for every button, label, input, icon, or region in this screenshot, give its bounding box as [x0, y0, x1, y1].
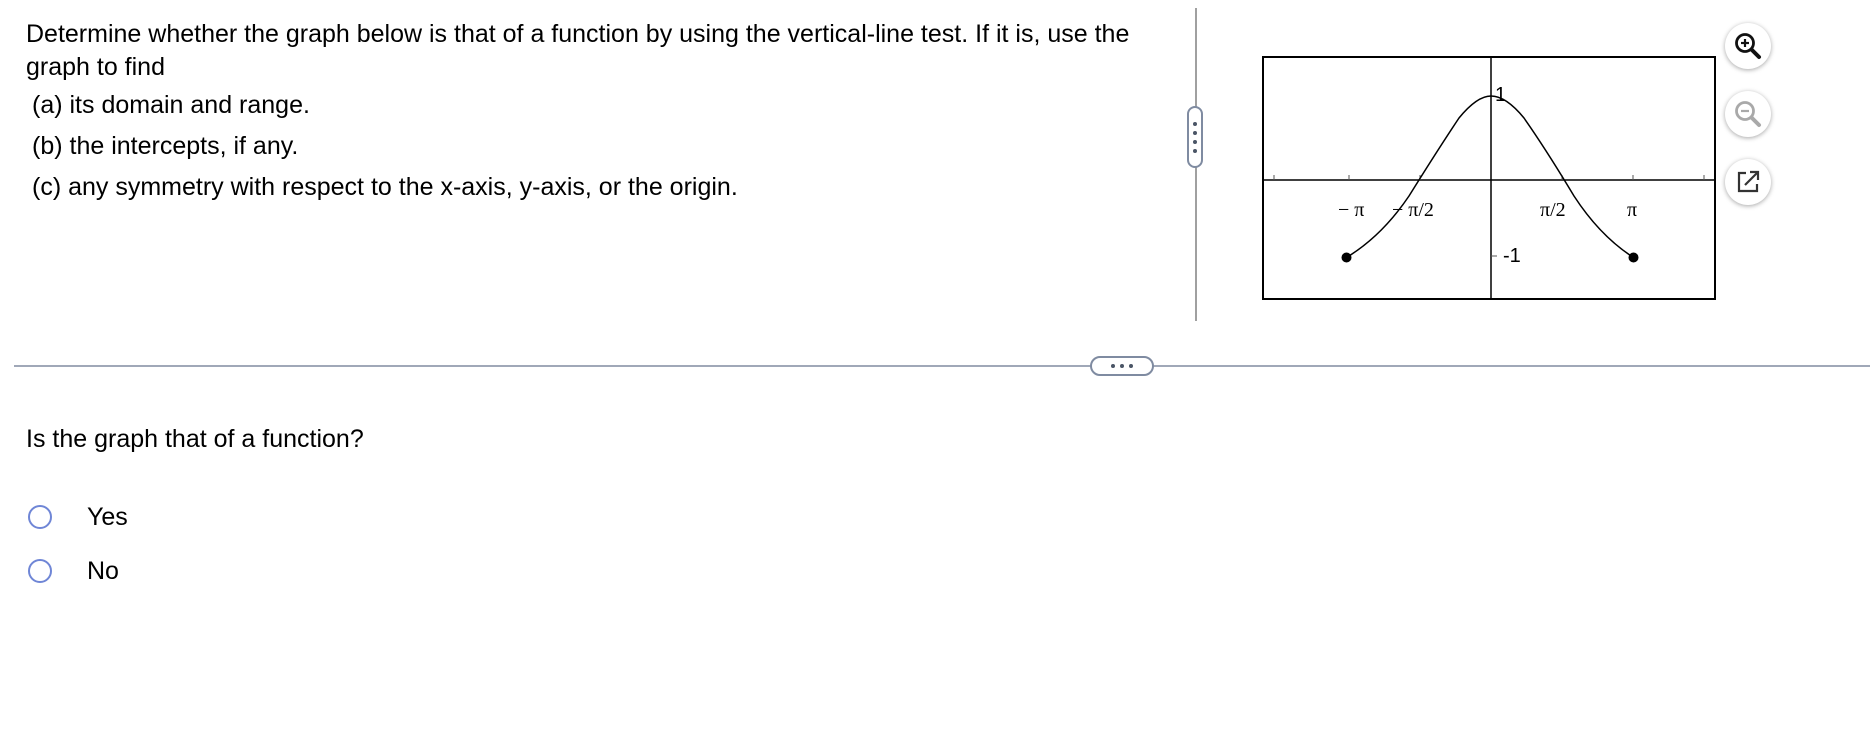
option-no[interactable]: No — [28, 554, 119, 588]
vertical-resize-handle[interactable] — [1187, 106, 1203, 168]
tick-label-y-min: -1 — [1503, 245, 1521, 267]
option-label: No — [87, 556, 119, 585]
tick-label-neg-pi-half: − π/2 — [1392, 199, 1434, 221]
horizontal-resize-handle[interactable] — [1090, 356, 1154, 376]
radio-button[interactable] — [28, 559, 52, 583]
function-graph: − π − π/2 π/2 π 1 -1 — [1262, 56, 1716, 300]
tick-label-pi-half: π/2 — [1540, 199, 1566, 221]
tick-label-neg-pi: − π — [1338, 199, 1364, 221]
zoom-out-icon — [1735, 101, 1761, 127]
left-endpoint-dot — [1341, 252, 1352, 263]
zoom-in-icon — [1735, 33, 1761, 59]
question-prompt: Is the graph that of a function? — [26, 425, 364, 453]
horizontal-divider — [14, 365, 1870, 367]
option-label: Yes — [87, 502, 128, 531]
popout-button[interactable] — [1725, 159, 1771, 205]
right-endpoint-dot — [1628, 252, 1639, 263]
option-yes[interactable]: Yes — [28, 500, 128, 534]
tick-label-pi: π — [1627, 199, 1637, 221]
tick-label-y-max: 1 — [1495, 84, 1506, 106]
graph-frame — [1262, 56, 1716, 300]
zoom-out-button[interactable] — [1725, 91, 1771, 137]
question-part-b: (b) the intercepts, if any. — [32, 132, 299, 160]
question-part-a: (a) its domain and range. — [32, 91, 310, 119]
question-text: Determine whether the graph below is tha… — [26, 20, 1130, 81]
radio-button[interactable] — [28, 505, 52, 529]
external-link-icon — [1737, 170, 1760, 193]
zoom-in-button[interactable] — [1725, 23, 1771, 69]
question-part-c: (c) any symmetry with respect to the x-a… — [32, 173, 738, 201]
